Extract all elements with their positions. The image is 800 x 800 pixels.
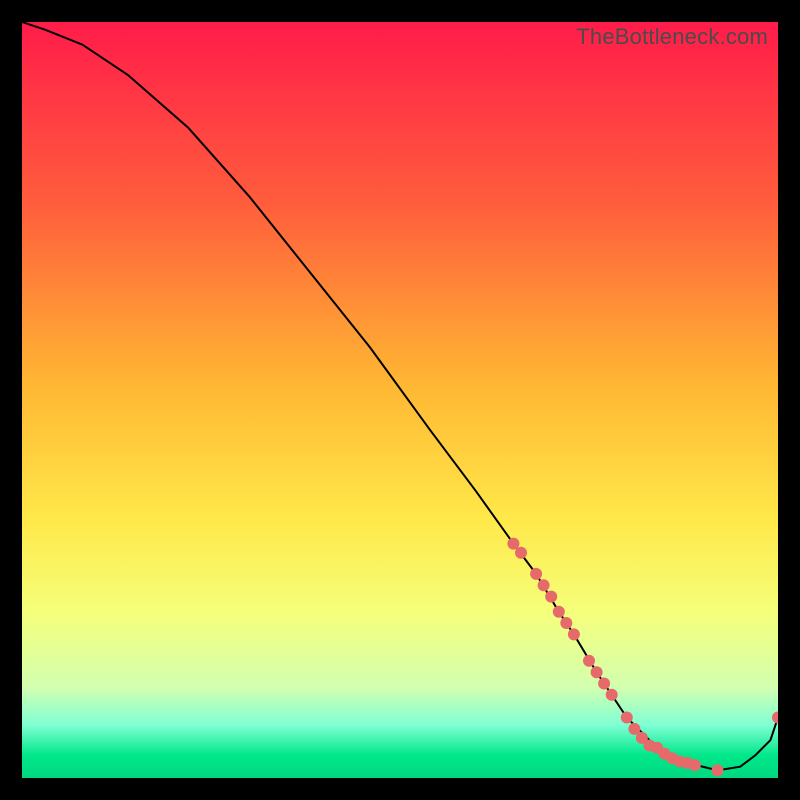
highlight-dot [538,579,550,591]
highlight-dot [621,712,633,724]
highlight-dot [598,678,610,690]
highlight-dot [553,606,565,618]
highlight-dot [545,591,557,603]
bottleneck-curve [22,22,778,770]
highlight-dot [606,689,618,701]
highlight-dot [560,617,572,629]
highlight-dot [772,712,778,724]
highlight-dot [712,764,724,776]
highlight-dot [591,666,603,678]
highlight-dot [530,568,542,580]
plot-area: TheBottleneck.com [22,22,778,778]
highlight-dots [507,538,778,777]
highlight-dot [568,628,580,640]
chart-stage: TheBottleneck.com [0,0,800,800]
highlight-dot [515,547,527,559]
chart-svg [22,22,778,778]
highlight-dot [689,759,701,771]
highlight-dot [583,655,595,667]
